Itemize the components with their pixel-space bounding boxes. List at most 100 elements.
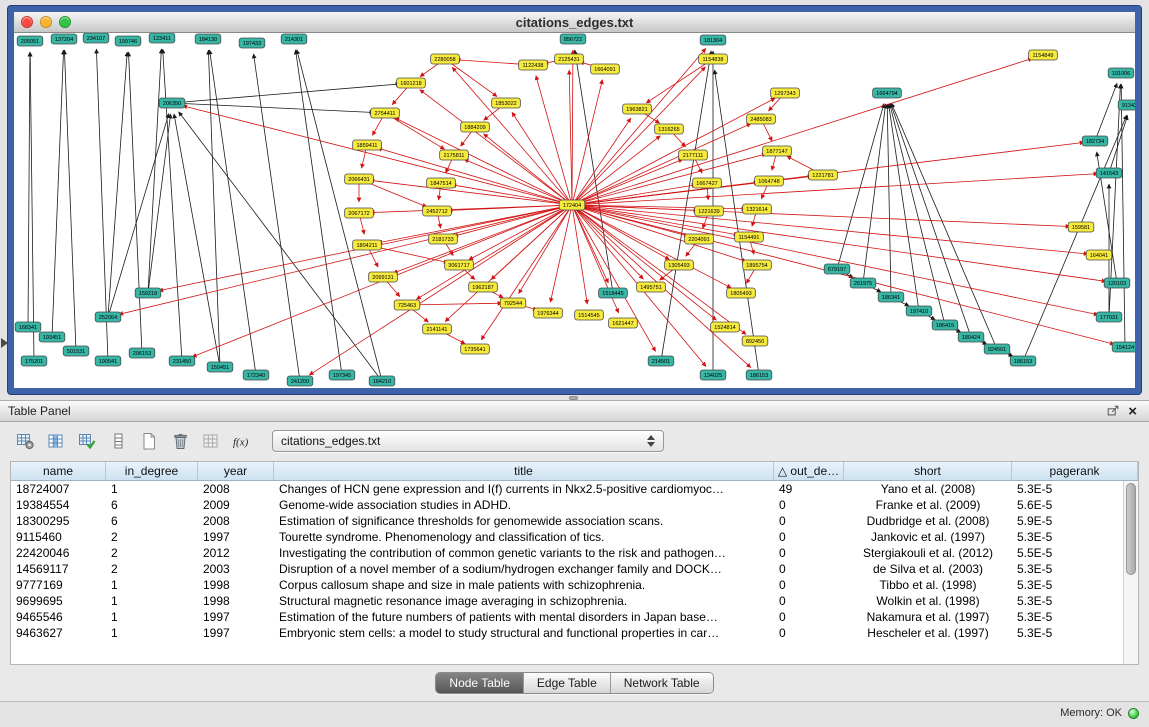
graph-node-label: 172404 [563,203,581,209]
zoom-window-button[interactable] [59,16,71,28]
table-row[interactable]: 1456911722003Disruption of a novel membe… [11,561,1123,577]
graph-edge [572,98,775,205]
column-header[interactable]: year [198,462,274,480]
table-cell: 5.6E-5 [1012,498,1123,512]
network-graph[interactable]: 1724041853022188420921758111847514245271… [14,33,1135,387]
float-panel-icon[interactable] [1102,404,1124,418]
table-row[interactable]: 1872400712008Changes of HCN gene express… [11,481,1123,497]
graph-node-label: 159581 [1072,225,1090,231]
graph-edge [469,205,572,260]
table-edit-icon[interactable] [74,429,100,453]
graph-edge [385,113,445,149]
graph-node-label: 1518445 [602,291,623,297]
graph-node-label: 1976344 [537,311,558,317]
table-row[interactable]: 1830029562008Estimation of significance … [11,513,1123,529]
graph-node-label: 177031 [1100,315,1118,321]
column-header[interactable]: title [274,462,774,480]
graph-edge [863,104,886,283]
table-panel-header: Table Panel × [0,401,1149,422]
graph-node-label: 190541 [99,359,117,365]
column-header[interactable]: in_degree [106,462,198,480]
close-panel-icon[interactable]: × [1124,404,1141,419]
table-scrollbar[interactable] [1123,481,1138,664]
table-cell: Corpus callosum shape and size in male p… [274,578,774,592]
tab-edge-table[interactable]: Edge Table [524,673,611,693]
table-row[interactable]: 977716911998Corpus callosum shape and si… [11,577,1123,593]
scrollbar-thumb[interactable] [1126,483,1136,575]
table-columns-icon[interactable] [43,429,69,453]
memory-status: Memory: OK [1060,707,1139,719]
graph-node-label: 913427 [1122,103,1135,109]
table-cell: 1 [106,626,198,640]
table-cell: 14569117 [11,562,106,576]
table-cell: 1997 [198,610,274,624]
graph-node-label: 197410 [910,309,928,315]
table-row[interactable]: 969969511998Structural magnetic resonanc… [11,593,1123,609]
graph-edge [550,205,572,302]
tab-network-table[interactable]: Network Table [611,673,713,693]
table-cell: 0 [774,626,844,640]
function-icon[interactable]: f(x) [229,429,255,453]
table-tabs: Node TableEdge TableNetwork Table [435,672,713,694]
graph-node-label: 2181733 [432,237,453,243]
panel-title: Table Panel [8,404,71,418]
table-select-dropdown[interactable]: citations_edges.txt [272,430,664,452]
table-row[interactable]: 946554611997Estimation of the future num… [11,609,1123,625]
network-canvas[interactable]: 1724041853022188420921758111847514245271… [14,33,1135,387]
graph-edge [519,205,572,294]
table-cell: 49 [774,482,844,496]
graph-node-label: 1664091 [594,67,615,73]
column-header[interactable]: △ out_de… [774,462,844,480]
graph-node-label: 1877147 [766,149,787,155]
column-header[interactable]: name [11,462,106,480]
new-document-icon[interactable] [136,429,162,453]
table-disabled-icon[interactable] [198,429,224,453]
graph-node-label: 164041 [1090,253,1108,259]
graph-node-label: 186153 [750,373,768,379]
graph-node-label: 1514545 [578,313,599,319]
trash-icon[interactable] [167,429,193,453]
table-cell: 9465546 [11,610,106,624]
graph-edge [128,52,142,353]
graph-edge [572,205,1114,344]
graph-node-label: 1847514 [430,181,451,187]
column-header[interactable]: short [844,462,1012,480]
graph-node-label: 501531 [67,349,85,355]
table-tabs-bar: Node TableEdge TableNetwork Table [0,672,1149,694]
table-row[interactable]: 2242004622012Investigating the contribut… [11,545,1123,561]
table-cell: Changes of HCN gene expression and I(f) … [274,482,774,496]
table-cell: 2009 [198,498,274,512]
graph-node-label: 1154838 [702,57,723,63]
graph-node-label: 1524814 [714,325,735,331]
table-settings-icon[interactable] [12,429,38,453]
rows-icon[interactable] [105,429,131,453]
minimize-window-button[interactable] [40,16,52,28]
status-strip: Memory: OK [0,702,1149,727]
graph-node-label: 2067172 [348,211,369,217]
table-cell: Embryonic stem cells: a model to study s… [274,626,774,640]
collapsed-panel-arrow-icon[interactable] [1,338,8,348]
column-header[interactable]: pagerank [1012,462,1138,480]
graph-node-label: 159218 [139,291,157,297]
graph-node-label: 1735641 [464,347,485,353]
close-window-button[interactable] [21,16,33,28]
graph-node-label: 197345 [333,373,351,379]
window-titlebar[interactable]: citations_edges.txt [14,12,1135,33]
table-row[interactable]: 911546021997Tourette syndrome. Phenomeno… [11,529,1123,545]
graph-node-label: 241200 [291,379,309,385]
graph-node-label: 1495751 [640,285,661,291]
table-cell: 0 [774,594,844,608]
window-title: citations_edges.txt [14,15,1135,30]
graph-node-label: 199746 [119,39,137,45]
tab-node-table[interactable]: Node Table [436,673,524,693]
memory-ok-indicator [1128,708,1139,719]
graph-node-label: 2099131 [372,275,393,281]
graph-node-label: 1297343 [774,91,795,97]
table-cell: 0 [774,578,844,592]
table-cell: Jankovic et al. (1997) [844,530,1012,544]
graph-edge [569,70,572,205]
table-row[interactable]: 946362711997Embryonic stem cells: a mode… [11,625,1123,641]
graph-edge [148,114,171,293]
table-row[interactable]: 1938455462009Genome-wide association stu… [11,497,1123,513]
graph-node-label: 206350 [163,101,181,107]
